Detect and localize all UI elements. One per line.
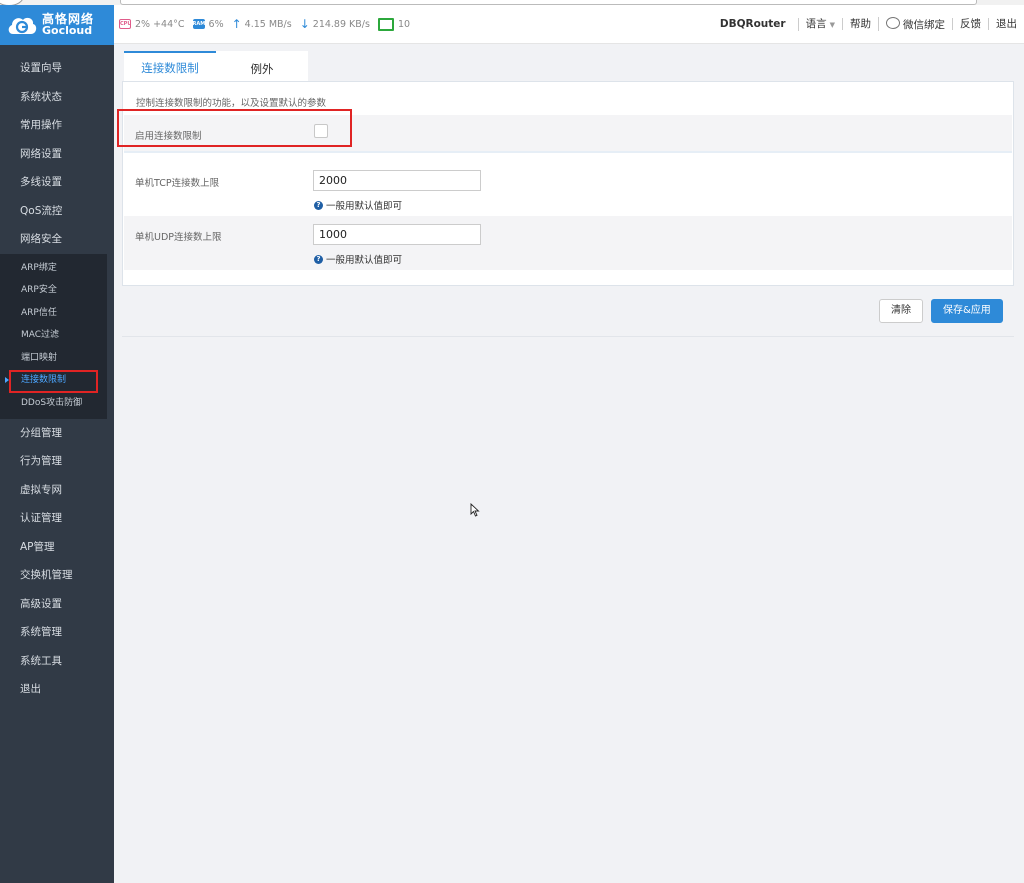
sidebar-subitem-mac-filter[interactable]: MAC过滤 [0, 324, 107, 347]
sidebar-subitem-arp-security[interactable]: ARP安全 [0, 279, 107, 302]
logout-link[interactable]: 退出 [988, 18, 1024, 30]
udp-limit-input[interactable] [313, 224, 481, 245]
udp-limit-row: 单机UDP连接数上限 ?一般用默认值即可 [124, 216, 1012, 270]
sidebar-item-logout[interactable]: 退出 [0, 675, 114, 704]
top-nav: DBQRouter 语言 ▼ 帮助 微信绑定 反馈 退出 [720, 5, 1024, 43]
action-bar: 清除 保存&应用 [122, 286, 1014, 337]
udp-limit-label: 单机UDP连接数上限 [135, 232, 222, 243]
help-circle-icon: ? [314, 200, 323, 210]
upload-speed: 4.15 MB/s [244, 18, 292, 30]
ram-icon: RAM [192, 19, 206, 29]
sidebar-item-qos[interactable]: QoS流控 [0, 197, 114, 226]
sidebar-item-setup-wizard[interactable]: 设置向导 [0, 54, 114, 83]
sidebar-item-behavior-mgmt[interactable]: 行为管理 [0, 447, 114, 476]
cpu-icon: CPU [119, 19, 132, 29]
logo[interactable]: 高恪网络 Gocloud [0, 5, 114, 45]
top-bar: CPU 2% +44°C RAM 6% ↑ 4.15 MB/s ↓ 214.89 KB/… [114, 5, 1024, 44]
tcp-hint: ? 一般用默认值即可 [314, 198, 402, 212]
tab-connection-limit[interactable]: 连接数限制 [124, 51, 216, 81]
help-link[interactable]: 帮助 [842, 18, 878, 30]
wechat-icon [886, 17, 900, 29]
mouse-cursor-icon [470, 502, 480, 520]
sidebar-subitem-arp-trust[interactable]: ARP信任 [0, 302, 107, 325]
help-circle-icon: ? [314, 254, 323, 264]
sidebar-item-switch-mgmt[interactable]: 交换机管理 [0, 561, 114, 590]
sidebar-subitem-arp-binding[interactable]: ARP绑定 [0, 257, 107, 280]
save-apply-button[interactable]: 保存&应用 [931, 299, 1003, 323]
sidebar-subitem-ddos-defense[interactable]: DDoS攻击防御 [0, 392, 107, 415]
cpu-status: 2% +44°C [135, 18, 185, 30]
sidebar-item-ap-mgmt[interactable]: AP管理 [0, 533, 114, 562]
download-arrow-icon: ↓ [299, 17, 310, 31]
client-count: 10 [397, 18, 411, 30]
sidebar-item-group-mgmt[interactable]: 分组管理 [0, 419, 114, 448]
sidebar-item-advanced[interactable]: 高级设置 [0, 590, 114, 619]
sidebar-item-network-settings[interactable]: 网络设置 [0, 140, 114, 169]
upload-arrow-icon: ↑ [231, 17, 242, 31]
feedback-link[interactable]: 反馈 [952, 18, 988, 30]
router-name: DBQRouter [719, 18, 786, 30]
sidebar-item-vpn[interactable]: 虚拟专网 [0, 476, 114, 505]
highlight-box [9, 370, 98, 393]
language-menu[interactable]: 语言 ▼ [797, 17, 842, 31]
sidebar-item-auth-mgmt[interactable]: 认证管理 [0, 504, 114, 533]
udp-hint: ? 一般用默认值即可 [314, 252, 402, 266]
sidebar-subitem-port-mapping[interactable]: 端口映射 [0, 347, 107, 370]
sidebar-item-common-ops[interactable]: 常用操作 [0, 111, 114, 140]
sidebar-item-system-mgmt[interactable]: 系统管理 [0, 618, 114, 647]
highlight-box [117, 109, 352, 147]
tab-exceptions[interactable]: 例外 [216, 51, 308, 81]
sidebar: 高恪网络 Gocloud 设置向导 系统状态 常用操作 网络设置 多线设置 Qo… [0, 5, 114, 883]
tcp-limit-input[interactable] [313, 170, 481, 191]
tab-bar: 连接数限制 例外 [124, 51, 308, 81]
clients-monitor-icon [377, 17, 394, 31]
download-speed: 214.89 KB/s [312, 18, 370, 30]
sidebar-item-network-security[interactable]: 网络安全 [0, 225, 114, 254]
brand-name-en: Gocloud [42, 24, 93, 37]
clear-button[interactable]: 清除 [879, 299, 923, 323]
sidebar-item-system-status[interactable]: 系统状态 [0, 83, 114, 112]
status-bar: CPU 2% +44°C RAM 6% ↑ 4.15 MB/s ↓ 214.89 KB/… [119, 5, 418, 43]
tcp-limit-row: 单机TCP连接数上限 ?一般用默认值即可 [124, 162, 1012, 216]
cloud-logo-icon [6, 12, 38, 38]
panel-description: 控制连接数限制的功能，以及设置默认的参数 [136, 98, 327, 109]
chevron-down-icon: ▼ [829, 20, 835, 29]
network-security-submenu: ARP绑定 ARP安全 ARP信任 MAC过滤 端口映射 连接数限制 DDoS攻… [0, 253, 107, 419]
sidebar-item-multi-wan[interactable]: 多线设置 [0, 168, 114, 197]
wechat-bind-link[interactable]: 微信绑定 [878, 17, 952, 31]
ram-status: 6% [208, 18, 224, 30]
tcp-limit-label: 单机TCP连接数上限 [135, 178, 220, 189]
sidebar-item-system-tools[interactable]: 系统工具 [0, 647, 114, 676]
